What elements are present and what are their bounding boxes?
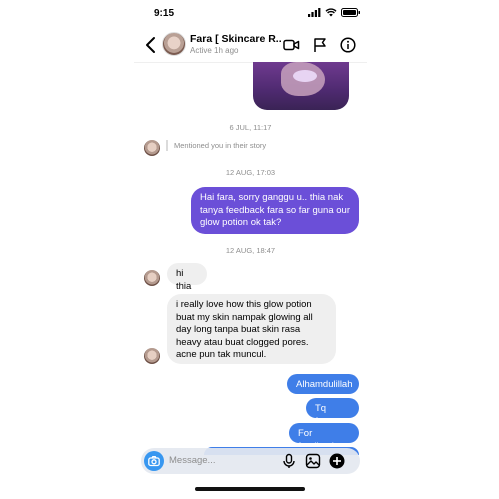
gallery-icon[interactable] — [305, 453, 321, 469]
microphone-icon[interactable] — [281, 453, 297, 469]
active-status: Active 1h ago — [190, 46, 239, 55]
message-outgoing[interactable]: Tq faraaa — [306, 398, 359, 427]
contact-name[interactable]: Fara [ Skincare R... — [190, 33, 282, 45]
message-incoming[interactable]: hi thia — [167, 263, 207, 292]
shared-image[interactable] — [253, 62, 349, 110]
signal-icon — [308, 8, 321, 17]
timestamp: 12 AUG, 17:03 — [225, 168, 276, 177]
info-icon[interactable] — [340, 37, 356, 53]
timestamp: 12 AUG, 18:47 — [225, 246, 276, 255]
message-outgoing[interactable]: Alhamdulillah — [287, 374, 359, 394]
contact-avatar[interactable] — [162, 32, 186, 56]
image-content-product — [293, 70, 317, 82]
chat-header: Fara [ Skincare R... Active 1h ago — [134, 28, 367, 62]
message-outgoing[interactable]: Hai fara, sorry ganggu u.. thia nak tany… — [191, 187, 359, 234]
video-camera-icon[interactable] — [283, 37, 300, 53]
contact-avatar-small — [144, 270, 160, 286]
home-indicator — [195, 487, 305, 491]
battery-icon — [341, 8, 361, 17]
status-bar: 9:15 — [134, 0, 367, 28]
timestamp: 6 JUL, 11:17 — [229, 123, 272, 132]
plus-icon[interactable] — [329, 453, 345, 469]
back-chevron-icon[interactable] — [144, 36, 158, 54]
status-time: 9:15 — [154, 8, 175, 19]
camera-button[interactable] — [144, 451, 164, 471]
contact-avatar-small — [144, 140, 160, 156]
phone-screen: 9:15 Fara [ Skincare R... Active 1h ago — [134, 0, 367, 499]
message-input[interactable]: Message... — [169, 455, 215, 466]
contact-avatar-small — [144, 348, 160, 364]
wifi-icon — [325, 8, 337, 17]
message-incoming[interactable]: i really love how this glow potion buat … — [167, 294, 336, 364]
message-outgoing[interactable]: For feedback — [289, 423, 359, 452]
story-mention[interactable]: Mentioned you in their story — [166, 140, 266, 151]
flag-icon[interactable] — [312, 37, 328, 53]
message-composer: Message... — [141, 448, 360, 474]
